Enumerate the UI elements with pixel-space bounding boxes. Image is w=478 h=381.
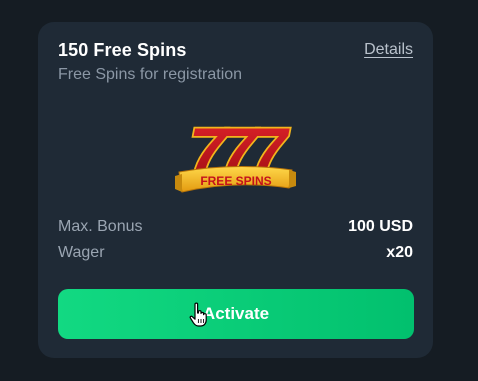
free-spins-777-logo: 777 FREE SPINS	[175, 114, 298, 193]
bonus-subtitle: Free Spins for registration	[58, 66, 243, 83]
details-link[interactable]: Details	[364, 41, 413, 59]
activate-button[interactable]: Activate	[58, 289, 414, 339]
logo-ribbon-text: FREE SPINS	[200, 174, 271, 188]
max-bonus-value: 100 USD	[348, 218, 413, 235]
activate-label: Activate	[202, 304, 270, 323]
wager-value: x20	[386, 244, 413, 261]
max-bonus-row: Max. Bonus 100 USD	[58, 218, 413, 240]
wager-label: Wager	[58, 244, 105, 261]
bonus-title: 150 Free Spins	[58, 40, 187, 60]
wager-row: Wager x20	[58, 244, 413, 266]
hand-pointer-icon	[189, 302, 207, 327]
bonus-card: 150 Free Spins Details Free Spins for re…	[38, 22, 433, 358]
max-bonus-label: Max. Bonus	[58, 218, 143, 235]
